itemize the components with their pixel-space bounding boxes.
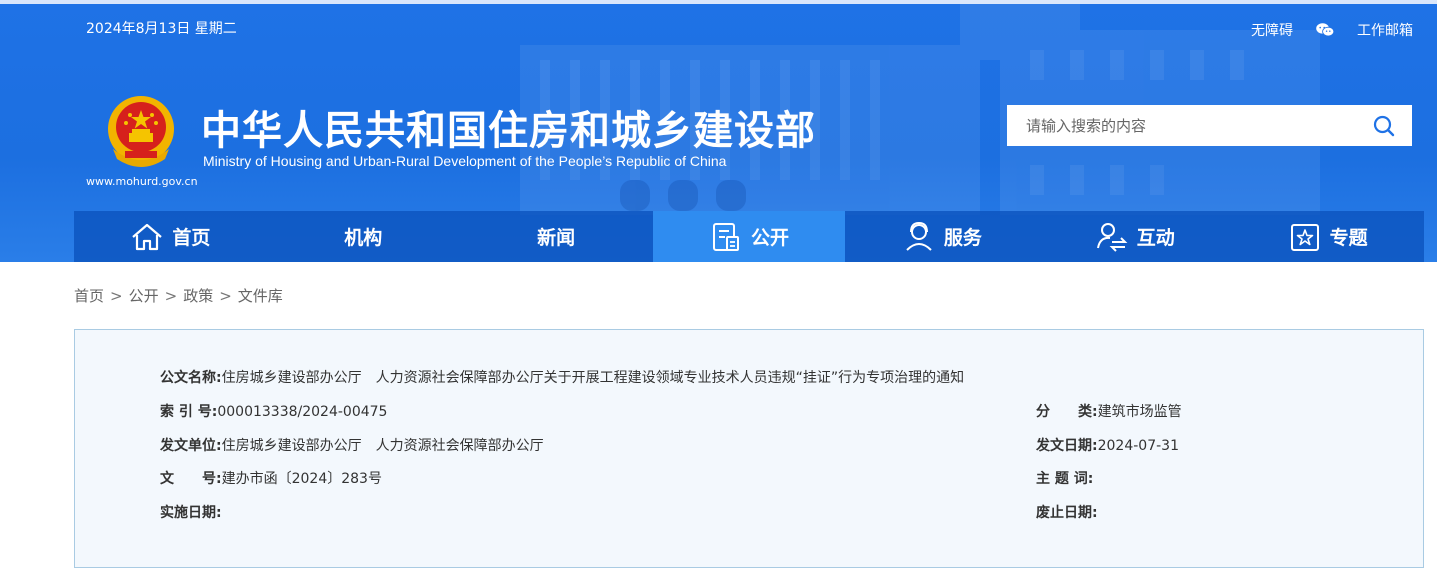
nav-item-home[interactable]: 首页 (74, 211, 267, 262)
search-button[interactable] (1356, 105, 1412, 146)
nav-item-organization[interactable]: 机构 (267, 211, 460, 262)
search-input[interactable] (1007, 105, 1356, 146)
breadcrumb-public[interactable]: 公开 (129, 287, 159, 305)
nav-label-news: 新闻 (537, 227, 576, 249)
search-bar (1007, 105, 1412, 146)
document-icon (713, 222, 739, 251)
expiry-date-row: 废止日期: (1036, 502, 1098, 522)
expiry-date-label: 废止日期: (1036, 505, 1098, 521)
site-header: 2024年8月13日 星期二 无障碍 工作邮箱 www.mohurd.gov.c… (0, 0, 1437, 262)
index-number-row: 索 引 号:000013338/2024-00475 (160, 401, 387, 421)
accessibility-link[interactable]: 无障碍 (1251, 20, 1293, 40)
search-icon (1373, 115, 1395, 136)
nav-label-interaction: 互动 (1136, 227, 1175, 249)
keywords-label: 主 题 词: (1036, 471, 1094, 487)
issuer-label: 发文单位: (160, 438, 222, 454)
main-nav: 首页 机构 新闻 公开 服务 互动 专题 (74, 211, 1424, 262)
breadcrumb-separator: > (110, 287, 123, 305)
effective-date-label: 实施日期: (160, 505, 222, 521)
star-icon (1290, 223, 1319, 251)
nav-item-service[interactable]: 服务 (845, 211, 1038, 262)
issue-date-label: 发文日期: (1036, 438, 1098, 454)
document-info-panel: 公文名称:住房城乡建设部办公厅 人力资源社会保障部办公厅关于开展工程建设领域专业… (74, 329, 1424, 568)
breadcrumb-policy[interactable]: 政策 (183, 287, 213, 305)
interaction-icon (1096, 222, 1128, 252)
document-number-value: 建办市函〔2024〕283号 (221, 471, 382, 487)
nav-item-interaction[interactable]: 互动 (1038, 211, 1231, 262)
breadcrumb-home[interactable]: 首页 (74, 287, 104, 305)
keywords-row: 主 题 词: (1036, 468, 1093, 488)
nav-label-home: 首页 (172, 227, 211, 249)
nav-item-topics[interactable]: 专题 (1231, 211, 1424, 262)
site-title-chinese[interactable]: 中华人民共和国住房和城乡建设部 (201, 98, 816, 156)
document-number-row: 文 号:建办市函〔2024〕283号 (160, 468, 382, 488)
issuer-value: 住房城乡建设部办公厅 人力资源社会保障部办公厅 (221, 438, 544, 454)
wechat-icon[interactable] (1315, 22, 1335, 38)
issuer-row: 发文单位:住房城乡建设部办公厅 人力资源社会保障部办公厅 (160, 435, 544, 455)
issue-date-row: 发文日期:2024-07-31 (1036, 435, 1179, 455)
top-links: 无障碍 工作邮箱 (1251, 20, 1413, 40)
nav-label-topics: 专题 (1329, 227, 1368, 249)
service-user-icon (906, 221, 932, 251)
issue-date-value: 2024-07-31 (1097, 438, 1179, 454)
index-number-label: 索 引 号: (160, 404, 218, 420)
work-email-link[interactable]: 工作邮箱 (1357, 20, 1413, 40)
document-title-row: 公文名称:住房城乡建设部办公厅 人力资源社会保障部办公厅关于开展工程建设领域专业… (160, 367, 964, 387)
nav-item-news[interactable]: 新闻 (460, 211, 653, 262)
national-emblem-logo[interactable] (103, 93, 179, 171)
site-url: www.mohurd.gov.cn (86, 175, 198, 188)
document-title-value: 住房城乡建设部办公厅 人力资源社会保障部办公厅关于开展工程建设领域专业技术人员违… (221, 370, 965, 386)
nav-item-public[interactable]: 公开 (652, 211, 846, 262)
category-label: 分 类: (1036, 404, 1098, 420)
breadcrumb-separator: > (219, 287, 232, 305)
breadcrumb: 首页 > 公开 > 政策 > 文件库 (74, 285, 283, 306)
breadcrumb-library[interactable]: 文件库 (238, 287, 283, 305)
effective-date-row: 实施日期: (160, 502, 222, 522)
nav-label-service: 服务 (943, 227, 982, 249)
site-title-english: Ministry of Housing and Urban-Rural Deve… (203, 153, 727, 169)
category-row: 分 类:建筑市场监管 (1036, 401, 1182, 421)
home-icon (132, 223, 163, 250)
breadcrumb-separator: > (164, 287, 178, 305)
nav-label-organization: 机构 (344, 227, 383, 249)
document-title-label: 公文名称: (160, 370, 222, 386)
index-number-value: 000013338/2024-00475 (217, 404, 388, 420)
nav-label-public: 公开 (751, 227, 790, 249)
current-date: 2024年8月13日 星期二 (86, 21, 237, 37)
document-number-label: 文 号: (160, 471, 222, 487)
category-value: 建筑市场监管 (1097, 404, 1182, 420)
